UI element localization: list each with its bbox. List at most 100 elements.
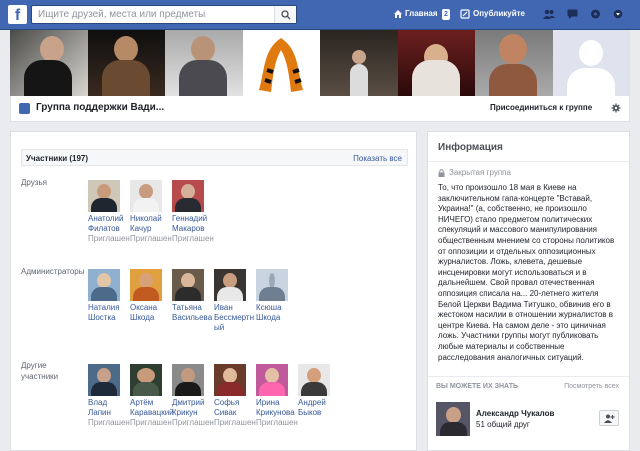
avatar[interactable]	[256, 364, 288, 396]
member-status: Приглашен	[172, 234, 214, 243]
see-all-link[interactable]: Посмотреть всех	[564, 383, 619, 390]
member-card[interactable]: Геннадий Макаров Приглашен	[172, 180, 214, 244]
search-button[interactable]	[274, 6, 296, 23]
member-name[interactable]: Ксюша Шкода	[256, 303, 300, 323]
member-card[interactable]: Татьяна Васильева	[172, 269, 212, 323]
member-name[interactable]: Татьяна Васильева	[172, 303, 216, 323]
member-name[interactable]: Николай Качур	[130, 214, 174, 234]
home-icon[interactable]	[392, 8, 404, 20]
member-card[interactable]: Наталия Шостка	[88, 269, 128, 323]
info-panel: Информация Закрытая группа То, что произ…	[427, 131, 630, 451]
member-status: Приглашен	[172, 418, 214, 427]
member-card[interactable]: Анатолий Филатов Приглашен	[88, 180, 130, 244]
member-name[interactable]: Ирина Крикунова	[256, 398, 300, 418]
show-all-link[interactable]: Показать все	[353, 154, 402, 163]
member-status: Приглашен	[130, 234, 172, 243]
member-name[interactable]: Дмитрий Крикун	[172, 398, 216, 418]
member-name[interactable]: Оксана Шкода	[130, 303, 174, 323]
members-header: Участники (197) Показать все	[21, 149, 408, 166]
members-panel: Участники (197) Показать все Друзья Анат…	[10, 131, 417, 451]
cover-photo-6	[397, 30, 475, 96]
top-navigation-bar: f Главная 2 Опубликуйте	[0, 0, 640, 30]
member-name[interactable]: Андрей Быков	[298, 398, 342, 418]
avatar[interactable]	[436, 402, 470, 436]
lock-icon	[438, 168, 445, 177]
publish-icon[interactable]	[459, 8, 471, 20]
member-card[interactable]: Андрей Быков	[298, 364, 338, 418]
avatar[interactable]	[130, 180, 162, 212]
avatar[interactable]	[298, 364, 330, 396]
cover-photo-7	[475, 30, 553, 96]
group-title[interactable]: Группа поддержки Вади...	[36, 102, 164, 113]
member-card[interactable]: Оксана Шкода	[130, 269, 170, 323]
avatar[interactable]	[256, 269, 288, 301]
group-icon	[19, 103, 30, 114]
friend-requests-icon[interactable]	[543, 8, 555, 20]
home-link[interactable]: Главная	[405, 9, 438, 18]
join-group-button[interactable]: Присоединиться к группе	[490, 103, 592, 112]
member-card[interactable]: Софья Сивак Приглашен	[214, 364, 256, 428]
divider	[428, 161, 629, 162]
avatar[interactable]	[172, 364, 204, 396]
avatar[interactable]	[214, 364, 246, 396]
members-count-title: Участники (197)	[26, 154, 89, 163]
settings-menu-icon[interactable]	[612, 8, 624, 20]
member-name[interactable]: Наталия Шостка	[88, 303, 132, 323]
member-name[interactable]: Иван Бессмертный	[214, 303, 258, 333]
section-label-other-members: Другие участники	[21, 361, 59, 381]
gear-icon[interactable]	[611, 103, 621, 113]
cover-photo-collage	[10, 30, 630, 96]
member-status: Приглашен	[88, 418, 130, 427]
member-status: Приглашен	[256, 418, 298, 427]
privacy-row: Закрытая группа	[438, 168, 511, 177]
member-name[interactable]: Анатолий Филатов	[88, 214, 132, 234]
add-friend-icon	[603, 414, 614, 423]
section-label-admins: Администраторы	[21, 267, 85, 276]
member-card[interactable]: Иван Бессмертный	[214, 269, 254, 333]
suggested-person-name[interactable]: Александр Чукалов	[476, 409, 554, 418]
section-label-friends: Друзья	[21, 178, 47, 187]
cover-photo-ribbon	[242, 30, 320, 96]
member-status: Приглашен	[214, 418, 256, 427]
member-card[interactable]: Ирина Крикунова Приглашен	[256, 364, 298, 428]
avatar[interactable]	[88, 269, 120, 301]
cover-photo-2	[87, 30, 165, 96]
notifications-icon[interactable]	[589, 8, 601, 20]
member-card[interactable]: Дмитрий Крикун Приглашен	[172, 364, 214, 428]
search-box	[31, 5, 297, 24]
messages-icon[interactable]	[566, 8, 578, 20]
add-friend-button[interactable]	[599, 410, 619, 426]
privacy-label: Закрытая группа	[449, 168, 511, 177]
avatar[interactable]	[214, 269, 246, 301]
cover-photo-placeholder	[552, 30, 630, 96]
cover-photo-5	[320, 30, 398, 96]
group-description: То, что произошло 18 мая в Киеве на закл…	[438, 183, 615, 362]
member-card[interactable]: Ксюша Шкода	[256, 269, 296, 323]
member-status: Приглашен	[88, 234, 130, 243]
member-card[interactable]: Артём Каравацкий Приглашен	[130, 364, 174, 428]
avatar[interactable]	[88, 180, 120, 212]
facebook-logo[interactable]: f	[8, 5, 27, 24]
mutual-friends-count[interactable]: 51 общий друг	[476, 420, 530, 429]
avatar[interactable]	[172, 269, 204, 301]
avatar[interactable]	[172, 180, 204, 212]
info-title: Информация	[438, 142, 503, 153]
cover-photo-1	[10, 30, 88, 96]
group-header-bar: Группа поддержки Вади... Присоединиться …	[10, 96, 630, 122]
home-notification-badge: 2	[442, 9, 450, 20]
cover-photo-3	[165, 30, 243, 96]
publish-link[interactable]: Опубликуйте	[473, 9, 525, 18]
member-name[interactable]: Софья Сивак	[214, 398, 258, 418]
avatar[interactable]	[88, 364, 120, 396]
divider	[428, 376, 629, 377]
member-status: Приглашен	[130, 418, 172, 427]
search-icon	[280, 9, 290, 19]
member-name[interactable]: Влад Лапин	[88, 398, 132, 418]
member-name[interactable]: Артём Каравацкий	[130, 398, 174, 418]
member-card[interactable]: Николай Качур Приглашен	[130, 180, 172, 244]
member-card[interactable]: Влад Лапин Приглашен	[88, 364, 130, 428]
member-name[interactable]: Геннадий Макаров	[172, 214, 216, 234]
avatar[interactable]	[130, 269, 162, 301]
avatar[interactable]	[130, 364, 162, 396]
search-input[interactable]	[38, 8, 278, 21]
